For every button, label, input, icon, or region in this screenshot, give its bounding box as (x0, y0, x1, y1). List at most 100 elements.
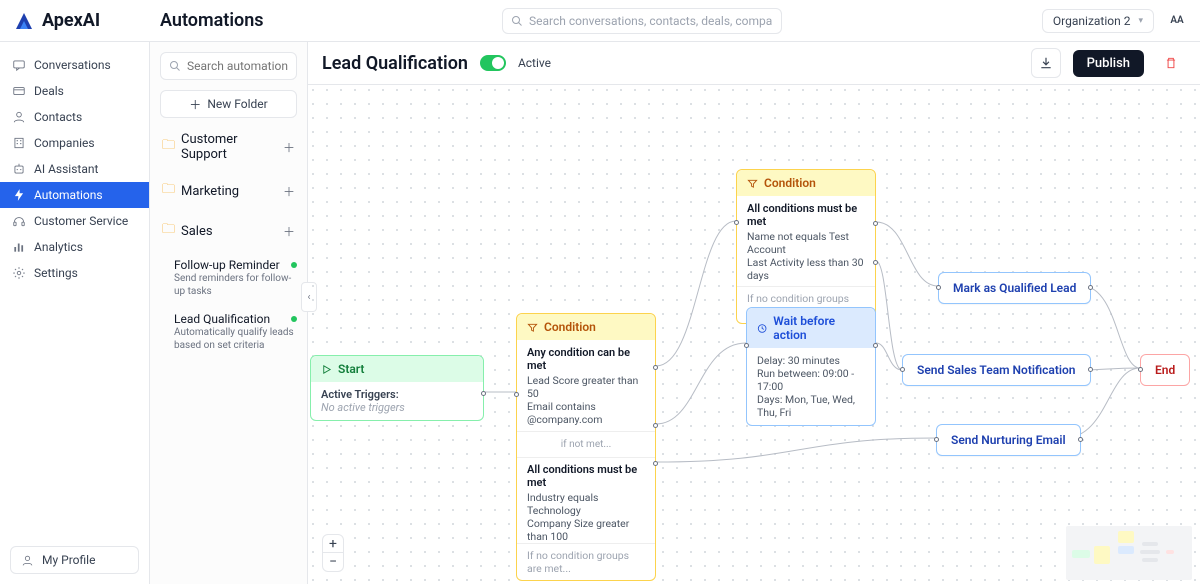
node-send-sales-notification[interactable]: Send Sales Team Notification (902, 354, 1091, 386)
my-profile-button[interactable]: My Profile (10, 546, 139, 574)
add-icon[interactable]: ＋ (283, 139, 295, 156)
automation-follow-up[interactable]: Follow-up Reminder Send reminders for fo… (160, 256, 297, 300)
automation-desc: Send reminders for follow-up tasks (174, 272, 297, 298)
new-folder-button[interactable]: ＋ New Folder (160, 90, 297, 118)
nav-companies[interactable]: Companies (0, 130, 149, 156)
status-dot (291, 316, 297, 322)
download-icon (1039, 56, 1053, 70)
node-title: Send Nurturing Email (951, 433, 1066, 447)
output-handle[interactable] (873, 221, 878, 226)
publish-button[interactable]: Publish (1073, 50, 1144, 77)
page-title: Automations (150, 10, 490, 31)
folder-icon: 🗀 (162, 220, 175, 242)
input-handle[interactable] (936, 285, 941, 290)
condition-rule: Email contains @company.com (527, 400, 645, 426)
global-search[interactable] (502, 8, 782, 34)
filter-icon (747, 178, 758, 189)
chevron-down-icon: ▾ (1138, 16, 1143, 26)
brand-logo: ApexAI (12, 10, 138, 31)
nav-conversations[interactable]: Conversations (0, 52, 149, 78)
output-handle[interactable] (873, 343, 878, 348)
trash-icon (1164, 56, 1178, 70)
bars-icon (12, 240, 26, 254)
download-button[interactable] (1031, 48, 1061, 78)
wait-detail: Delay: 30 minutes (757, 354, 865, 367)
zoom-out-button[interactable]: − (323, 553, 343, 571)
output-handle[interactable] (481, 391, 486, 396)
output-handle[interactable] (653, 365, 658, 370)
input-handle[interactable] (934, 437, 939, 442)
input-handle[interactable] (744, 343, 749, 348)
global-search-input[interactable] (529, 14, 773, 28)
output-handle[interactable] (873, 260, 878, 265)
sparkle-icon (12, 162, 26, 176)
folder-label: Sales (181, 224, 213, 239)
output-handle[interactable] (1088, 285, 1093, 290)
clock-icon (757, 323, 767, 334)
wait-detail: Days: Mon, Tue, Wed, Thu, Fri (757, 393, 865, 419)
condition-rule: Lead Score greater than 50 (527, 374, 645, 400)
nav-customer-service[interactable]: Customer Service (0, 208, 149, 234)
filter-icon (527, 322, 538, 333)
folder-marketing[interactable]: 🗀 Marketing ＋ (160, 176, 297, 206)
folder-label: Marketing (181, 184, 239, 199)
brand-name: ApexAI (42, 10, 100, 31)
add-icon[interactable]: ＋ (283, 223, 295, 240)
nav-analytics[interactable]: Analytics (0, 234, 149, 260)
org-selector[interactable]: Organization 2 ▾ (1042, 9, 1154, 33)
node-end[interactable]: End (1140, 354, 1190, 386)
node-send-nurturing-email[interactable]: Send Nurturing Email (936, 424, 1081, 456)
plus-icon: ＋ (189, 96, 201, 113)
automation-lead-qualification[interactable]: Lead Qualification Automatically qualify… (160, 310, 297, 354)
profile-label: My Profile (42, 553, 95, 567)
node-title: Wait before action (773, 314, 865, 342)
node-title: Condition (544, 320, 596, 334)
output-handle[interactable] (1078, 437, 1083, 442)
automations-search-input[interactable] (187, 59, 288, 73)
add-icon[interactable]: ＋ (283, 183, 295, 200)
canvas-header: Lead Qualification Active Publish (308, 42, 1200, 85)
automations-search[interactable] (160, 52, 297, 80)
node-condition-2[interactable]: Condition All conditions must be met Nam… (736, 169, 876, 324)
user-avatar[interactable]: AA (1166, 10, 1188, 32)
node-start[interactable]: Start Active Triggers: No active trigger… (310, 355, 484, 421)
input-handle[interactable] (734, 220, 739, 225)
headset-icon (12, 214, 26, 228)
nav-label: Conversations (34, 58, 111, 72)
output-handle[interactable] (653, 423, 658, 428)
nav-deals[interactable]: Deals (0, 78, 149, 104)
condition-group-title: Any condition can be met (527, 346, 645, 372)
folder-label: Customer Support (181, 132, 277, 162)
input-handle[interactable] (1138, 367, 1143, 372)
output-handle[interactable] (653, 461, 658, 466)
zoom-in-button[interactable]: + (323, 535, 343, 553)
automation-desc: Automatically qualify leads based on set… (174, 326, 297, 352)
input-handle[interactable] (514, 392, 519, 397)
folder-customer-support[interactable]: 🗀Customer Support ＋ (160, 128, 297, 166)
nav-label: AI Assistant (34, 162, 98, 176)
condition-group-title: All conditions must be met (747, 202, 865, 228)
flow-canvas[interactable]: Start Active Triggers: No active trigger… (308, 85, 1200, 584)
folder-sales[interactable]: 🗀 Sales ＋ (160, 216, 297, 246)
folder-icon: 🗀 (162, 180, 175, 202)
active-toggle[interactable] (480, 55, 506, 71)
node-mark-qualified[interactable]: Mark as Qualified Lead (938, 272, 1091, 304)
minimap[interactable] (1066, 526, 1192, 580)
chat-icon (12, 58, 26, 72)
nav-contacts[interactable]: Contacts (0, 104, 149, 130)
card-icon (12, 84, 26, 98)
org-name: Organization 2 (1053, 14, 1131, 28)
delete-button[interactable] (1156, 48, 1186, 78)
wait-detail: Run between: 09:00 - 17:00 (757, 367, 865, 393)
start-triggers-empty: No active triggers (321, 401, 473, 414)
nav-settings[interactable]: Settings (0, 260, 149, 286)
bolt-icon (12, 188, 26, 202)
building-icon (12, 136, 26, 150)
node-wait[interactable]: Wait before action Delay: 30 minutes Run… (746, 307, 876, 426)
nav-label: Customer Service (34, 214, 128, 228)
nav-ai-assistant[interactable]: AI Assistant (0, 156, 149, 182)
input-handle[interactable] (900, 367, 905, 372)
output-handle[interactable] (1088, 367, 1093, 372)
nav-automations[interactable]: Automations (0, 182, 149, 208)
node-condition-1[interactable]: Condition Any condition can be met Lead … (516, 313, 656, 581)
